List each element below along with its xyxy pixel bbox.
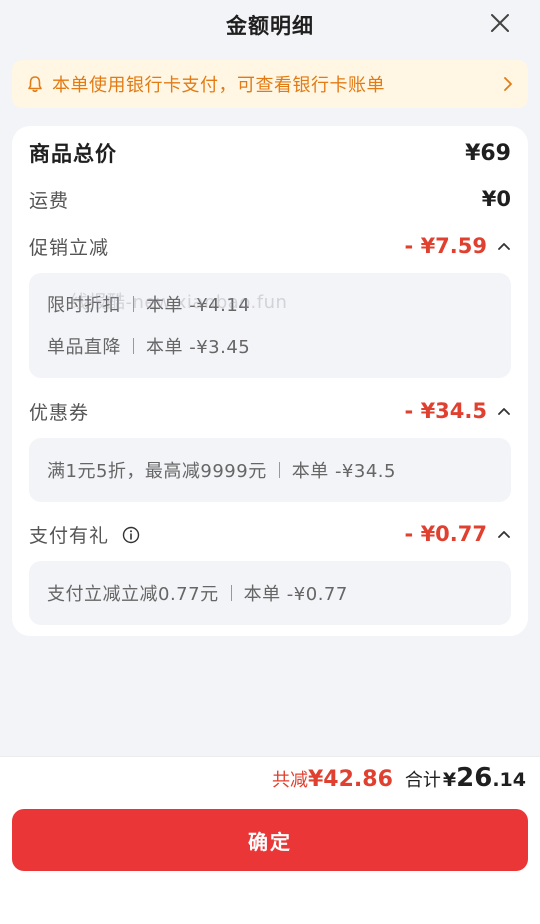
coupon-label: 优惠券 (29, 401, 90, 424)
coupon-item: 满1元5折，最高减9999元 本单 -¥34.5 (47, 449, 493, 491)
payment-gift-label: 支付有礼 (29, 524, 110, 547)
coupon-details: 满1元5折，最高减9999元 本单 -¥34.5 (29, 438, 511, 502)
saved-label: 共减 (272, 770, 308, 791)
totals-summary: 共减 ¥42.86 合计 ¥ 26 .14 (272, 763, 526, 807)
coupon-row: 优惠券 - ¥34.5 (29, 394, 511, 428)
promotion-value: - ¥7.59 (404, 234, 487, 258)
shipping-row: 运费 ¥0 (29, 182, 511, 216)
payment-gift-item-name: 支付立减立减0.77元 (47, 584, 219, 605)
goods-total-value: ¥69 (465, 140, 511, 166)
coupon-toggle[interactable]: - ¥34.5 (405, 399, 511, 423)
chevron-up-icon (498, 243, 510, 250)
promotion-details: 限时折扣 本单 -¥4.14 单品直降 本单 -¥3.45 (29, 273, 511, 378)
total-label: 合计 (404, 770, 441, 791)
amount-detail-card: 商品总价 ¥69 运费 ¥0 促销立减 - ¥7.59 限时折扣 本单 -¥4.… (12, 126, 528, 636)
payment-gift-toggle[interactable]: - ¥0.77 (405, 522, 511, 546)
close-icon[interactable] (488, 11, 512, 35)
promotion-label: 促销立减 (29, 236, 110, 259)
goods-total-label: 商品总价 (29, 142, 117, 166)
promotion-item: 单品直降 本单 -¥3.45 (47, 325, 493, 367)
bank-card-notice[interactable]: 本单使用银行卡支付，可查看银行卡账单 (12, 60, 528, 108)
promotion-item-name: 单品直降 (47, 337, 121, 358)
confirm-button[interactable]: 确定 (12, 809, 528, 871)
divider (133, 296, 134, 312)
shipping-value: ¥0 (481, 187, 511, 211)
payment-gift-value: - ¥0.77 (404, 522, 487, 546)
promotion-toggle[interactable]: - ¥7.59 (405, 234, 511, 258)
coupon-item-name: 满1元5折，最高减9999元 (47, 461, 267, 482)
saved-value: ¥42.86 (308, 767, 393, 792)
payment-gift-row: 支付有礼 - ¥0.77 (29, 517, 511, 551)
coupon-value: - ¥34.5 (404, 399, 487, 423)
divider (133, 338, 134, 354)
payment-gift-details: 支付立减立减0.77元 本单 -¥0.77 (29, 561, 511, 625)
chevron-right-icon (504, 77, 512, 91)
chevron-up-icon (498, 408, 510, 415)
promotion-item-detail: 本单 -¥4.14 (146, 295, 251, 316)
divider (230, 585, 232, 601)
payment-gift-label-wrap: 支付有礼 (29, 521, 140, 548)
promotion-item-name: 限时折扣 (47, 295, 121, 316)
total-decimal: .14 (492, 769, 526, 791)
chevron-up-icon (498, 531, 510, 538)
total-currency: ¥ (442, 769, 457, 791)
divider (278, 462, 280, 478)
payment-gift-item: 支付立减立减0.77元 本单 -¥0.77 (47, 572, 493, 614)
promotion-item-detail: 本单 -¥3.45 (146, 337, 251, 358)
promotion-row: 促销立减 - ¥7.59 (29, 229, 511, 263)
payment-gift-item-detail: 本单 -¥0.77 (243, 584, 348, 605)
footer: 共减 ¥42.86 合计 ¥ 26 .14 确定 (0, 756, 540, 924)
header: 金额明细 (0, 0, 540, 50)
info-icon[interactable] (122, 526, 140, 544)
shipping-label: 运费 (29, 189, 70, 212)
coupon-item-detail: 本单 -¥34.5 (291, 461, 396, 482)
total-integer: 26 (456, 763, 493, 793)
page-title: 金额明细 (226, 14, 314, 38)
promotion-item: 限时折扣 本单 -¥4.14 (47, 283, 493, 325)
bell-icon (28, 76, 42, 93)
goods-total-row: 商品总价 ¥69 (29, 136, 511, 170)
notice-text: 本单使用银行卡支付，可查看银行卡账单 (52, 75, 385, 96)
